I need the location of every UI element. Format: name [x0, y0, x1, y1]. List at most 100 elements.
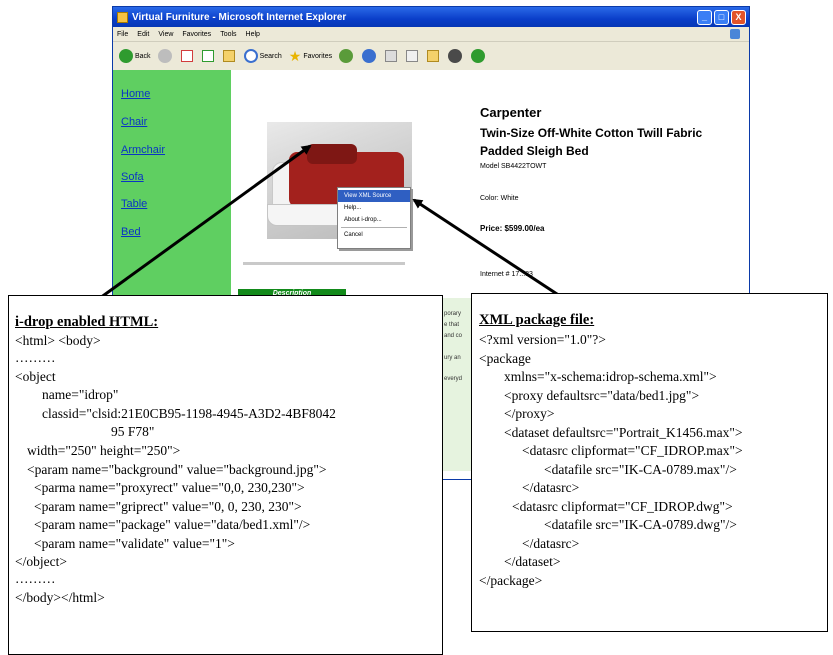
- html-box-title: i-drop enabled HTML:: [15, 314, 159, 330]
- search-label: Search: [259, 52, 282, 60]
- code-line: classid="clsid:21E0CB95-1198-4945-A3D2-4…: [42, 406, 336, 421]
- windows-logo-icon: [730, 29, 740, 39]
- messenger-button[interactable]: [448, 49, 464, 63]
- code-line: </proxy>: [504, 406, 555, 421]
- code-line: <html> <body>: [15, 333, 101, 348]
- favorites-button[interactable]: ★ Favorites: [289, 48, 332, 65]
- close-button[interactable]: X: [731, 9, 746, 25]
- nav-link-bed[interactable]: Bed: [121, 226, 141, 238]
- context-about[interactable]: About i-drop...: [338, 214, 410, 226]
- code-line: name="idrop": [42, 387, 119, 402]
- xml-code-box: XML package file: <?xml version="1.0"?> …: [471, 293, 828, 632]
- code-line: <datafile src="IK-CA-0789.dwg"/>: [544, 517, 737, 532]
- menu-bar: File Edit View Favorites Tools Help: [113, 27, 749, 42]
- product-color: Color: White: [480, 195, 519, 202]
- code-line: <param name="package" value="data/bed1.x…: [34, 517, 311, 532]
- context-view-xml-source[interactable]: View XML Source: [338, 190, 410, 202]
- toolbar: Back Search ★ Favorites: [113, 42, 749, 71]
- back-label: Back: [135, 52, 151, 60]
- code-line: ………: [15, 350, 56, 365]
- menu-favorites[interactable]: Favorites: [182, 31, 211, 38]
- code-line: <datafile src="IK-CA-0789.max"/>: [544, 462, 737, 477]
- forward-button[interactable]: [157, 49, 174, 63]
- description-snippet: and co: [444, 333, 463, 339]
- title-bar: Virtual Furniture - Microsoft Internet E…: [113, 7, 749, 27]
- code-line: width="250" height="250">: [27, 443, 181, 458]
- back-arrow-icon: [119, 49, 133, 63]
- messenger-icon: [448, 49, 463, 63]
- code-line: <datasrc clipformat="CF_IDROP.dwg">: [512, 499, 733, 514]
- xml-box-title: XML package file:: [479, 312, 595, 328]
- back-button[interactable]: Back: [119, 49, 151, 63]
- code-line: </dataset>: [504, 554, 561, 569]
- code-line: <?xml version="1.0"?>: [479, 332, 606, 347]
- edit-button[interactable]: [406, 50, 420, 62]
- stop-icon: [180, 50, 193, 62]
- nav-link-chair[interactable]: Chair: [121, 116, 147, 128]
- research-icon: [471, 49, 486, 63]
- nav-link-table[interactable]: Table: [121, 198, 147, 210]
- code-line: <object: [15, 369, 56, 384]
- nav-link-home[interactable]: Home: [121, 88, 150, 100]
- search-button[interactable]: Search: [243, 49, 282, 63]
- nav-link-sofa[interactable]: Sofa: [121, 171, 144, 183]
- description-snippet: ury an: [444, 355, 461, 361]
- code-line: 95 F78": [111, 424, 155, 439]
- folder-icon: [427, 50, 440, 62]
- bed-pillow: [307, 144, 357, 164]
- code-line: </package>: [479, 573, 543, 588]
- description-snippet: everyd: [444, 376, 463, 382]
- context-help[interactable]: Help...: [338, 202, 410, 214]
- ie-icon: [117, 11, 128, 23]
- description-snippet: e that: [444, 322, 460, 328]
- history-button[interactable]: [339, 49, 355, 63]
- product-price: Price: $599.00/ea: [480, 224, 545, 233]
- window-title: Virtual Furniture - Microsoft Internet E…: [132, 11, 347, 23]
- stop-button[interactable]: [180, 50, 195, 62]
- code-line: <parma name="proxyrect" value="0,0, 230,…: [34, 480, 305, 495]
- code-line: xmlns="x-schema:idrop-schema.xml">: [504, 369, 717, 384]
- folder-button[interactable]: [427, 50, 441, 62]
- nav-link-armchair[interactable]: Armchair: [121, 144, 165, 156]
- print-icon: [385, 50, 398, 62]
- html-code-box: i-drop enabled HTML: <html> <body> ……… <…: [8, 295, 443, 655]
- minimize-button[interactable]: _: [697, 9, 712, 25]
- edit-icon: [406, 50, 419, 62]
- menu-help[interactable]: Help: [246, 31, 260, 38]
- refresh-icon: [201, 50, 214, 62]
- code-line: <param name="validate" value="1">: [34, 536, 235, 551]
- code-line: <param name="background" value="backgrou…: [27, 462, 327, 477]
- code-line: ………: [15, 571, 56, 586]
- maximize-button[interactable]: □: [714, 9, 729, 25]
- code-line: </object>: [15, 554, 67, 569]
- code-line: </datasrc>: [522, 480, 580, 495]
- description-snippet: porary: [444, 311, 462, 317]
- star-icon: ★: [288, 47, 302, 64]
- code-line: <datasrc clipformat="CF_IDROP.max">: [522, 443, 743, 458]
- menu-edit[interactable]: Edit: [137, 31, 149, 38]
- window-controls: _ □ X: [697, 9, 749, 25]
- mail-icon: [362, 49, 377, 63]
- context-menu: View XML Source Help... About i-drop... …: [337, 187, 411, 249]
- refresh-button[interactable]: [201, 50, 216, 62]
- context-cancel[interactable]: Cancel: [338, 229, 410, 241]
- mail-button[interactable]: [362, 49, 378, 63]
- image-caption-bar: [243, 262, 405, 265]
- menu-tools[interactable]: Tools: [220, 31, 236, 38]
- menu-view[interactable]: View: [158, 31, 173, 38]
- code-line: <param name="griprect" value="0, 0, 230,…: [34, 499, 302, 514]
- home-icon: [222, 50, 235, 62]
- forward-arrow-icon: [157, 49, 172, 63]
- history-icon: [339, 49, 354, 63]
- product-name: Twin-Size Off-White Cotton Twill Fabric …: [480, 126, 703, 158]
- product-brand: Carpenter: [480, 105, 542, 120]
- code-line: <dataset defaultsrc="Portrait_K1456.max"…: [504, 425, 743, 440]
- code-line: </datasrc>: [522, 536, 580, 551]
- home-button[interactable]: [222, 50, 237, 62]
- research-button[interactable]: [471, 49, 487, 63]
- menu-file[interactable]: File: [117, 31, 128, 38]
- search-icon: [243, 49, 258, 63]
- product-internet-number: Internet # 17...83: [480, 271, 533, 278]
- favorites-label: Favorites: [303, 52, 333, 60]
- print-button[interactable]: [385, 50, 399, 62]
